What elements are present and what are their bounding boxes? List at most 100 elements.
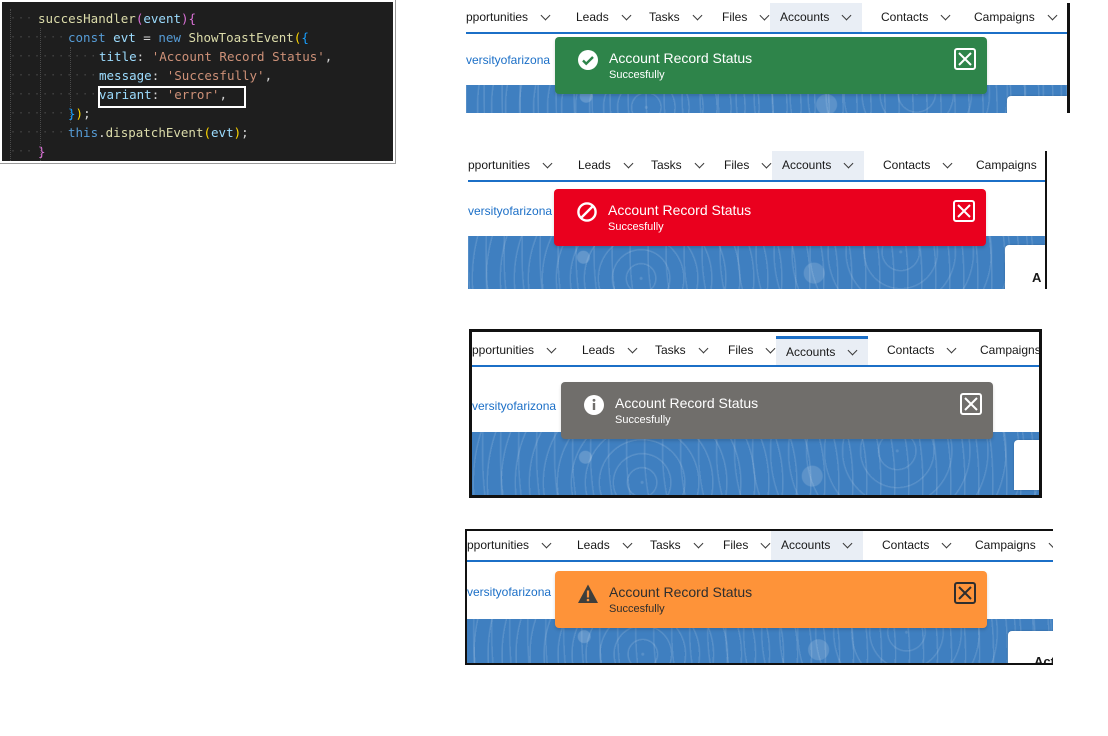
chevron-down-icon[interactable] <box>847 345 858 355</box>
nav-item-tasks[interactable]: Tasks <box>645 336 715 365</box>
code-token: message <box>99 68 152 83</box>
code-token: ShowToastEvent <box>188 30 294 45</box>
nav-item-pportunities[interactable]: pportunities <box>472 336 557 365</box>
chevron-down-icon[interactable] <box>541 538 552 549</box>
nav-item-tasks[interactable]: Tasks <box>639 3 709 32</box>
indent-guide <box>10 9 11 161</box>
code-token: { <box>188 11 197 26</box>
nav-item-pportunities[interactable]: pportunities <box>468 151 553 180</box>
chevron-down-icon[interactable] <box>940 10 951 21</box>
close-icon[interactable] <box>954 48 976 70</box>
nav-item-leads[interactable]: Leads <box>572 336 642 365</box>
nav-item-campaigns[interactable]: Campaigns <box>966 151 1045 180</box>
chevron-down-icon[interactable] <box>760 538 771 549</box>
chevron-down-icon[interactable] <box>546 343 557 354</box>
toast-warning: Account Record Status Succesfully <box>555 571 987 628</box>
nav-item-files[interactable]: Files <box>714 151 772 180</box>
code-token: evt <box>113 30 136 45</box>
chevron-down-icon[interactable] <box>843 158 854 169</box>
account-link[interactable]: versityofarizona <box>468 204 552 218</box>
nav-item-leads[interactable]: Leads <box>567 531 637 560</box>
code-token: ) <box>75 106 84 121</box>
nav-item-accounts[interactable]: Accounts <box>772 151 864 180</box>
nav-item-accounts[interactable]: Accounts <box>770 3 862 32</box>
code-text: succesHandler(event){ <box>38 9 196 28</box>
nav-item-files[interactable]: Files <box>713 531 771 560</box>
chevron-down-icon[interactable] <box>623 158 634 169</box>
nav-item-label: pportunities <box>466 10 529 24</box>
code-line: ······· const evt = new ShowToastEvent({ <box>2 28 392 47</box>
nav-item-campaigns[interactable]: Campaigns <box>964 3 1058 32</box>
nav-item-label: Campaigns <box>975 538 1036 552</box>
nav-item-label: Campaigns <box>976 158 1037 172</box>
nav-item-label: Campaigns <box>974 10 1035 24</box>
chevron-down-icon[interactable] <box>941 538 952 549</box>
code-line: ············ title: 'Account Record Statu… <box>2 47 392 66</box>
chevron-down-icon[interactable] <box>542 158 553 169</box>
chevron-down-icon[interactable] <box>765 343 776 354</box>
chevron-down-icon[interactable] <box>1048 538 1053 549</box>
chevron-down-icon[interactable] <box>946 343 957 354</box>
chevron-down-icon[interactable] <box>540 10 551 21</box>
chevron-down-icon[interactable] <box>692 10 703 21</box>
code-token: ( <box>203 125 212 140</box>
close-icon[interactable] <box>954 582 976 604</box>
nav-item-contacts[interactable]: Contacts <box>872 531 960 560</box>
toast-screenshot-info: pportunities Leads Tasks Files Accounts Conta… <box>469 329 1042 498</box>
whitespace-dots: ······· <box>10 127 67 138</box>
chevron-down-icon[interactable] <box>622 538 633 549</box>
nav-item-pportunities[interactable]: pportunities <box>466 3 551 32</box>
toast-title: Account Record Status <box>609 584 753 600</box>
nav-item-contacts[interactable]: Contacts <box>873 151 961 180</box>
chevron-down-icon[interactable] <box>761 158 772 169</box>
nav-item-label: pportunities <box>472 343 535 357</box>
ban-icon <box>576 201 598 223</box>
code-line: ···} <box>2 142 392 161</box>
nav-item-label: Tasks <box>650 538 681 552</box>
nav-item-contacts[interactable]: Contacts <box>877 336 965 365</box>
code-token: ; <box>83 106 91 121</box>
nav-item-tasks[interactable]: Tasks <box>641 151 711 180</box>
account-link[interactable]: versityofarizona <box>467 585 551 599</box>
chevron-down-icon[interactable] <box>841 10 852 21</box>
toast-screenshot-error: pportunities Leads Tasks Files Accounts Conta… <box>468 151 1047 289</box>
nav-item-accounts[interactable]: Accounts <box>771 531 863 560</box>
chevron-down-icon[interactable] <box>694 158 705 169</box>
nav-bar: pportunities Leads Tasks Files Accounts Conta… <box>467 531 1053 562</box>
whitespace-dots: ······· <box>10 32 67 43</box>
nav-item-accounts[interactable]: Accounts <box>776 336 868 365</box>
nav-item-label: Campaigns <box>980 343 1041 357</box>
nav-item-leads[interactable]: Leads <box>566 3 636 32</box>
close-icon[interactable] <box>960 393 982 415</box>
chevron-down-icon[interactable] <box>1047 10 1058 21</box>
account-link[interactable]: versityofarizona <box>472 399 556 413</box>
nav-bar: pportunities Leads Tasks Files Accounts Conta… <box>466 3 1067 34</box>
code-token: 'Succesfully' <box>166 68 265 83</box>
nav-item-campaigns[interactable]: Campaigns <box>965 531 1053 560</box>
chevron-down-icon[interactable] <box>627 343 638 354</box>
toast-message: Succesfully <box>609 69 665 81</box>
toast-title: Account Record Status <box>609 50 753 66</box>
close-icon[interactable] <box>953 200 975 222</box>
code-token: new <box>158 30 181 45</box>
nav-item-contacts[interactable]: Contacts <box>871 3 959 32</box>
chevron-down-icon[interactable] <box>759 10 770 21</box>
nav-item-pportunities[interactable]: pportunities <box>467 531 552 560</box>
nav-item-tasks[interactable]: Tasks <box>640 531 710 560</box>
chevron-down-icon[interactable] <box>942 158 953 169</box>
card-heading: Act <box>1034 654 1053 665</box>
nav-item-leads[interactable]: Leads <box>568 151 638 180</box>
chevron-down-icon[interactable] <box>693 538 704 549</box>
account-link[interactable]: versityofarizona <box>466 53 550 67</box>
chevron-down-icon[interactable] <box>842 538 853 549</box>
card-heading: A <box>1032 270 1042 285</box>
nav-item-campaigns[interactable]: Campaigns <box>970 336 1041 365</box>
code-token: { <box>301 30 309 45</box>
chevron-down-icon[interactable] <box>621 10 632 21</box>
chevron-down-icon[interactable] <box>698 343 709 354</box>
toast-screenshot-warning: pportunities Leads Tasks Files Accounts Conta… <box>465 529 1053 665</box>
nav-item-label: Tasks <box>649 10 680 24</box>
nav-item-files[interactable]: Files <box>718 336 776 365</box>
indent-guide <box>70 47 71 123</box>
nav-item-files[interactable]: Files <box>712 3 770 32</box>
